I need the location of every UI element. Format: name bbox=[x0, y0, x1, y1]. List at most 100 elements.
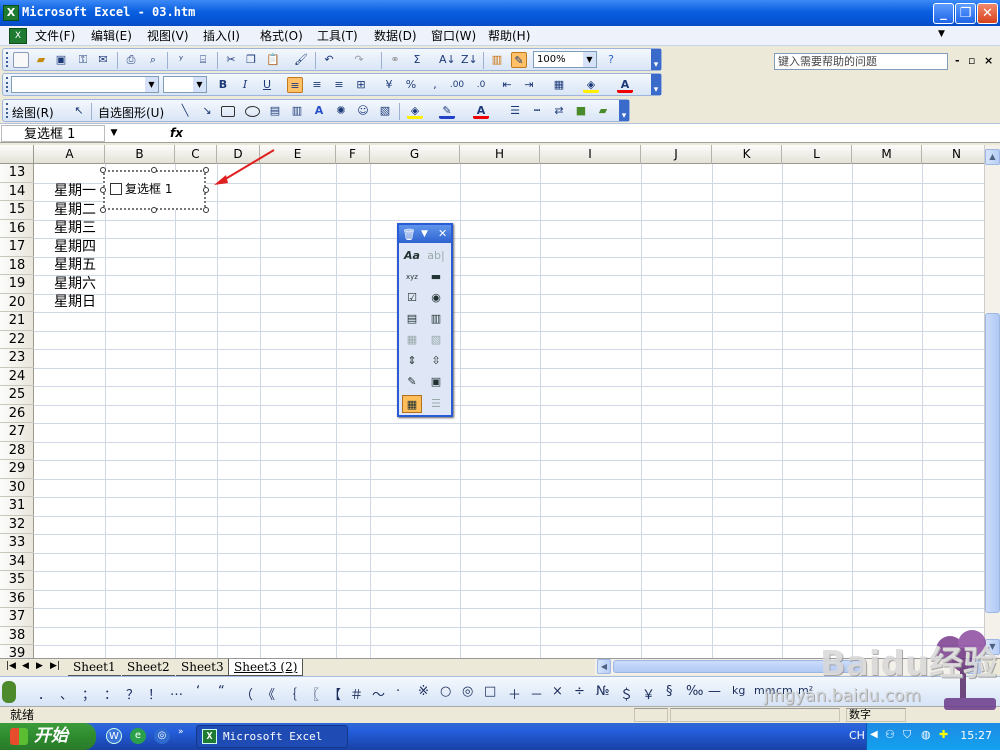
group-box-tool-icon[interactable]: xyz bbox=[402, 268, 422, 286]
vertical-scrollbar[interactable]: ▲ ▼ bbox=[984, 145, 1000, 658]
3d-icon[interactable]: ▰ bbox=[595, 103, 611, 119]
forms-toolbar-title[interactable]: 🗑 ▼ ✕ bbox=[399, 225, 451, 243]
print-icon[interactable]: ⎙ bbox=[123, 52, 139, 68]
symbol-button[interactable]: （ bbox=[240, 684, 253, 703]
toolbar-options-icon[interactable]: ▾ bbox=[651, 49, 661, 70]
fill-color-icon[interactable]: ◈ bbox=[407, 103, 423, 119]
picture-icon[interactable]: ▧ bbox=[377, 103, 393, 119]
permission-icon[interactable]: ⚿ bbox=[75, 52, 91, 68]
help-dropdown-icon[interactable]: ▼ bbox=[938, 29, 945, 39]
row-header[interactable]: 16 bbox=[0, 220, 34, 238]
print-preview-icon[interactable]: ⌕ bbox=[145, 52, 161, 68]
rectangle-icon[interactable] bbox=[221, 106, 235, 117]
mdi-restore-button[interactable]: ▫ bbox=[968, 54, 975, 67]
run-dialog-icon[interactable]: ☰ bbox=[426, 395, 446, 413]
scroll-up-icon[interactable]: ▲ bbox=[985, 149, 1000, 165]
column-header[interactable]: L bbox=[782, 145, 852, 164]
toggle-grid-icon[interactable]: ▦ bbox=[402, 395, 422, 413]
symbol-button[interactable]: ‘ bbox=[196, 684, 200, 699]
arrow-style-icon[interactable]: ⇄ bbox=[551, 103, 567, 119]
shadow-icon[interactable]: ■ bbox=[573, 103, 589, 119]
list-box-tool-icon[interactable]: ▤ bbox=[402, 310, 422, 328]
cell-a18[interactable]: 星期五 bbox=[36, 256, 104, 274]
autoshapes-menu[interactable]: 自选图形(U) bbox=[98, 104, 164, 121]
antivirus-icon[interactable]: ◍ bbox=[921, 728, 931, 741]
row-header[interactable]: 21 bbox=[0, 312, 34, 331]
resize-handle[interactable] bbox=[203, 207, 209, 213]
quicklaunch-expand-icon[interactable]: » bbox=[178, 727, 184, 737]
symbol-button[interactable]: ： bbox=[104, 684, 117, 703]
menu-insert[interactable]: 插入(I) bbox=[199, 27, 244, 45]
clock[interactable]: 15:27 bbox=[960, 729, 992, 742]
wordart-icon[interactable]: A bbox=[311, 103, 327, 119]
cell-a14[interactable]: 星期一 bbox=[36, 182, 104, 200]
symbol-button[interactable]: ￥ bbox=[642, 684, 655, 703]
decrease-indent-icon[interactable]: ⇤ bbox=[499, 77, 515, 93]
select-objects-icon[interactable]: ↖ bbox=[71, 103, 87, 119]
toolbar-options-icon[interactable]: ▾ bbox=[651, 74, 661, 95]
font-color-icon[interactable]: A bbox=[473, 103, 489, 119]
row-header[interactable]: 28 bbox=[0, 442, 34, 460]
next-sheet-icon[interactable]: ▶ bbox=[36, 661, 43, 671]
align-right-icon[interactable]: ≡ bbox=[331, 77, 347, 93]
row-header[interactable]: 36 bbox=[0, 590, 34, 608]
combo-list-edit-tool-icon[interactable]: ▦ bbox=[402, 331, 422, 349]
symbol-button[interactable]: · bbox=[396, 684, 400, 699]
row-header[interactable]: 17 bbox=[0, 238, 34, 257]
diagram-icon[interactable]: ✺ bbox=[333, 103, 349, 119]
resize-handle[interactable] bbox=[151, 167, 157, 173]
update-icon[interactable]: ✚ bbox=[939, 728, 948, 741]
paste-icon[interactable]: 📋 bbox=[265, 52, 281, 68]
align-left-icon[interactable]: ≡ bbox=[287, 77, 303, 93]
new-icon[interactable] bbox=[13, 52, 29, 68]
column-header[interactable]: K bbox=[712, 145, 782, 164]
option-button-tool-icon[interactable]: ◉ bbox=[426, 289, 446, 307]
edit-code-icon[interactable]: ▣ bbox=[426, 373, 446, 391]
chevron-down-icon[interactable]: ▼ bbox=[106, 125, 122, 142]
cut-icon[interactable]: ✂ bbox=[223, 52, 239, 68]
toolbar-options-icon[interactable]: ▾ bbox=[619, 100, 629, 121]
symbol-button[interactable]: ～ bbox=[372, 684, 385, 703]
sheet-tab-sheet1[interactable]: Sheet1 bbox=[68, 659, 121, 676]
vertical-textbox-icon[interactable]: ▥ bbox=[289, 103, 305, 119]
font-size-combo[interactable]: ▼ bbox=[163, 76, 207, 93]
resize-handle[interactable] bbox=[151, 207, 157, 213]
arrow-icon[interactable]: ↘ bbox=[199, 103, 215, 119]
menu-format[interactable]: 格式(O) bbox=[256, 27, 307, 45]
currency-icon[interactable]: ¥ bbox=[381, 77, 397, 93]
symbol-button[interactable]: kg bbox=[732, 684, 745, 697]
menu-tools[interactable]: 工具(T) bbox=[313, 27, 362, 45]
cell-a16[interactable]: 星期三 bbox=[36, 219, 104, 237]
scroll-thumb[interactable] bbox=[985, 313, 1000, 613]
column-header[interactable]: B bbox=[105, 145, 175, 164]
column-header[interactable]: I bbox=[540, 145, 641, 164]
menu-view[interactable]: 视图(V) bbox=[143, 27, 193, 45]
symbol-button[interactable]: □ bbox=[484, 684, 496, 699]
restore-button[interactable]: ❐ bbox=[955, 3, 976, 24]
row-header[interactable]: 31 bbox=[0, 497, 34, 516]
spinner-tool-icon[interactable]: ⇳ bbox=[426, 352, 446, 370]
font-color-icon[interactable]: A bbox=[617, 77, 633, 93]
redo-icon[interactable]: ↷ bbox=[351, 52, 367, 68]
row-header[interactable]: 13 bbox=[0, 164, 34, 183]
hyperlink-icon[interactable]: ⚭ bbox=[387, 52, 403, 68]
checkbox-tool-icon[interactable]: ☑ bbox=[402, 289, 422, 307]
line-icon[interactable]: ╲ bbox=[177, 103, 193, 119]
format-painter-icon[interactable]: 🖌 bbox=[293, 52, 309, 68]
quicklaunch-word-icon[interactable]: W bbox=[106, 728, 122, 744]
menu-data[interactable]: 数据(D) bbox=[370, 27, 421, 45]
symbol-button[interactable]: ； bbox=[82, 684, 95, 703]
close-icon[interactable]: ✕ bbox=[438, 225, 447, 243]
row-header[interactable]: 33 bbox=[0, 534, 34, 553]
row-header[interactable]: 20 bbox=[0, 294, 34, 312]
row-header[interactable]: 15 bbox=[0, 201, 34, 220]
row-header[interactable]: 39 bbox=[0, 645, 34, 658]
line-color-icon[interactable]: ✎ bbox=[439, 103, 455, 119]
symbol-button[interactable]: ÷ bbox=[574, 684, 585, 699]
row-header[interactable]: 14 bbox=[0, 183, 34, 201]
increase-decimal-icon[interactable]: .00 bbox=[449, 77, 465, 93]
quicklaunch-browser-icon[interactable]: e bbox=[130, 728, 146, 744]
autosum-icon[interactable]: Σ bbox=[409, 52, 425, 68]
menu-help[interactable]: 帮助(H) bbox=[484, 27, 534, 45]
checkbox-square[interactable] bbox=[110, 183, 122, 195]
